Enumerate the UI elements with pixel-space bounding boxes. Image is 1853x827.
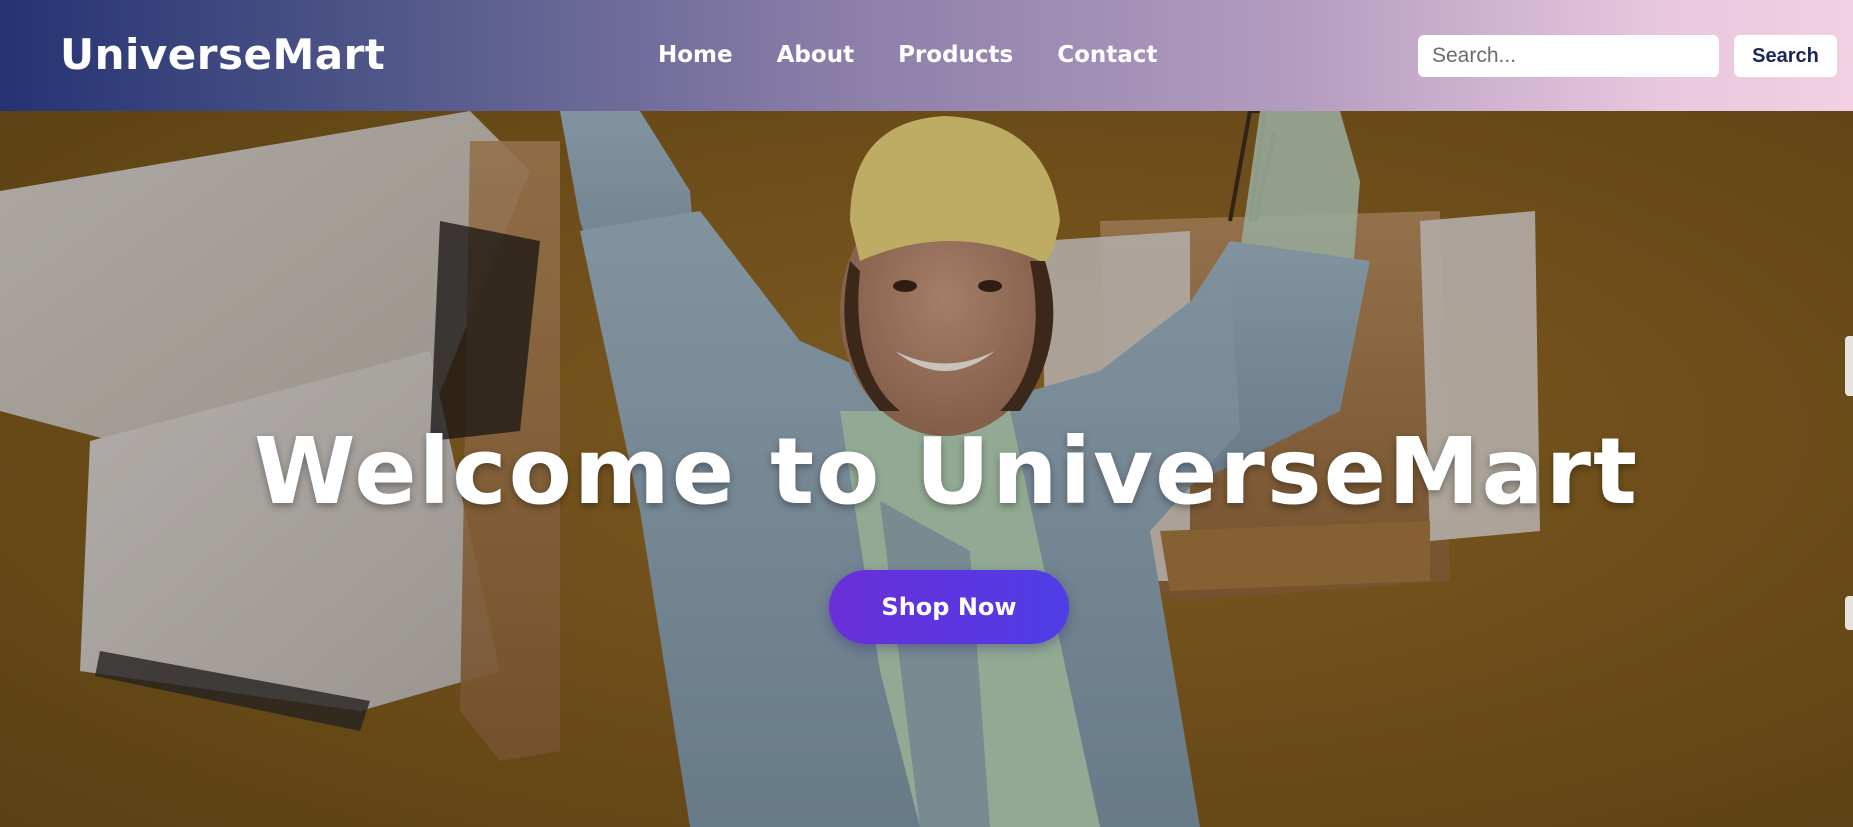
main-nav: Home About Products Contact — [658, 42, 1157, 68]
side-edge-marker — [1845, 596, 1853, 630]
site-header: UniverseMart Home About Products Contact… — [0, 0, 1853, 111]
hero-section: Welcome to UniverseMart Shop Now — [0, 111, 1853, 827]
search-input[interactable] — [1418, 35, 1719, 77]
nav-home[interactable]: Home — [658, 42, 733, 68]
side-edge-marker — [1845, 336, 1853, 396]
shop-now-button[interactable]: Shop Now — [829, 570, 1069, 644]
nav-products[interactable]: Products — [898, 42, 1013, 68]
nav-contact[interactable]: Contact — [1057, 42, 1157, 68]
search-button[interactable]: Search — [1734, 35, 1837, 77]
nav-about[interactable]: About — [777, 42, 854, 68]
brand-logo[interactable]: UniverseMart — [60, 30, 385, 79]
hero-title: Welcome to UniverseMart — [254, 418, 1639, 525]
